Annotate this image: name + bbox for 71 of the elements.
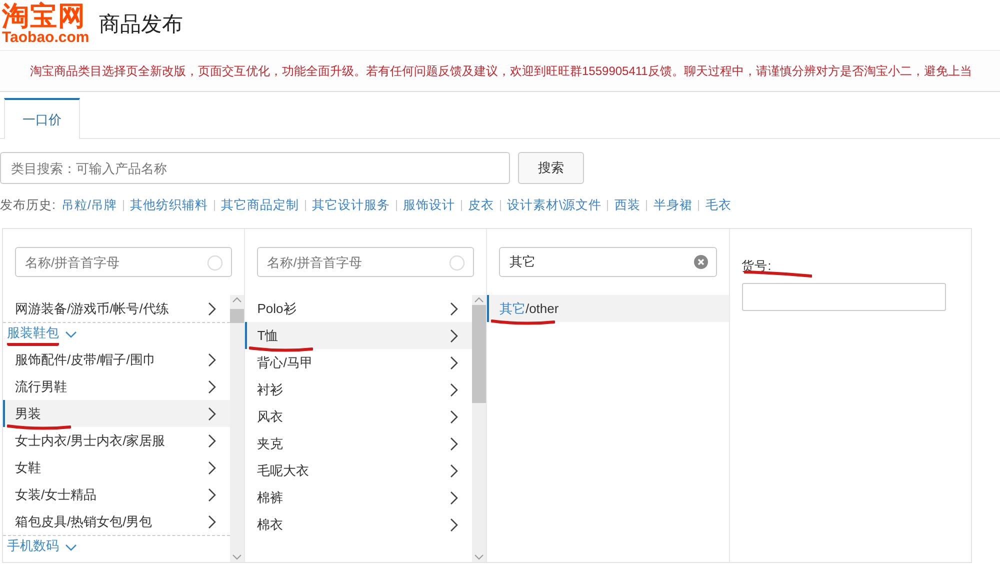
chevron-right-icon [450, 518, 458, 532]
chevron-right-icon [208, 406, 216, 420]
history-link[interactable]: 设计素材\源文件 [506, 196, 602, 214]
filter-field[interactable]: 其它 [499, 247, 717, 277]
history-link[interactable]: 西装 [614, 196, 640, 214]
chevron-right-icon [208, 488, 216, 502]
chevron-right-icon [208, 302, 216, 316]
tab[interactable]: 一口价 [4, 98, 80, 139]
category-item[interactable]: 箱包皮具/热销女包/男包 [3, 508, 230, 535]
category-group-header[interactable]: 手机数码 [7, 536, 59, 558]
chevron-right-icon [450, 328, 458, 342]
category-item[interactable]: 女士内衣/男士内衣/家居服 [3, 427, 230, 454]
history-link[interactable]: 其它商品定制 [220, 196, 299, 214]
chevron-right-icon [450, 464, 458, 478]
category-item[interactable]: 棉裤 [245, 484, 472, 511]
filter-field[interactable]: 名称/拼音首字母 [257, 247, 474, 277]
chevron-right-icon [450, 302, 458, 316]
annotation-underline [491, 319, 556, 325]
category-item[interactable]: Polo衫 [245, 295, 472, 322]
scrollbar-thumb[interactable] [230, 309, 244, 323]
category-item[interactable]: 流行男鞋 [3, 373, 230, 400]
history-link[interactable]: 毛衣 [705, 196, 732, 214]
history-label: 发布历史: [0, 196, 56, 214]
chevron-right-icon [208, 380, 216, 394]
category-item[interactable]: 棉衣 [245, 511, 472, 538]
category-item[interactable]: 女鞋 [3, 454, 230, 481]
chevron-right-icon [450, 356, 458, 370]
history-link[interactable]: 皮衣 [468, 196, 494, 214]
scrollbar[interactable] [230, 295, 244, 562]
history-link[interactable]: 其它设计服务 [312, 196, 390, 214]
history-link[interactable]: 半身裙 [653, 196, 692, 214]
annotation-underline [7, 424, 71, 430]
category-item[interactable]: 毛呢大衣 [245, 457, 472, 484]
category-item[interactable]: T恤 [245, 322, 472, 349]
category-search-field[interactable]: 类目搜索：可输入产品名称 [0, 152, 510, 184]
search-icon[interactable] [207, 255, 224, 271]
history-link[interactable]: 服饰设计 [402, 196, 455, 214]
filter-field[interactable]: 名称/拼音首字母 [15, 247, 232, 277]
chevron-right-icon [450, 490, 458, 504]
chevron-right-icon [208, 514, 216, 528]
item-number-field[interactable] [742, 283, 946, 311]
clear-icon[interactable] [694, 255, 708, 269]
category-item[interactable]: 其它/other [487, 295, 729, 322]
category-item[interactable]: 服饰配件/皮带/帽子/围巾 [3, 346, 230, 373]
category-item[interactable]: 夹克 [245, 430, 472, 457]
history-link[interactable]: 其他纺织辅料 [130, 196, 208, 214]
chevron-right-icon [208, 434, 216, 448]
category-item[interactable]: 男装 [3, 400, 230, 427]
category-item[interactable]: 风衣 [245, 403, 472, 430]
chevron-right-icon [450, 436, 458, 450]
category-item[interactable]: 衬衫 [245, 376, 472, 403]
chevron-right-icon [208, 352, 216, 366]
chevron-right-icon [450, 382, 458, 396]
scrollbar-thumb[interactable] [472, 305, 486, 403]
scroll-down-icon[interactable] [472, 552, 486, 562]
page-title: 商品发布 [99, 12, 184, 38]
scroll-down-icon[interactable] [230, 552, 244, 562]
chevron-down-icon [65, 330, 77, 338]
chevron-right-icon [450, 410, 458, 424]
scrollbar[interactable] [472, 295, 486, 562]
search-button[interactable]: 搜索 [518, 152, 584, 184]
category-item[interactable]: 背心/马甲 [245, 349, 472, 376]
history-link[interactable]: 吊粒/吊牌 [61, 196, 117, 214]
annotation-underline [249, 346, 314, 352]
search-icon[interactable] [449, 255, 466, 271]
category-item[interactable]: 网游装备/游戏币/帐号/代练 [3, 295, 230, 322]
category-group-header[interactable]: 服装鞋包 [7, 324, 59, 346]
category-item[interactable]: 女装/女士精品 [3, 481, 230, 508]
chevron-down-icon [65, 544, 77, 552]
notice-bar: 淘宝商品类目选择页全新改版，页面交互优化，功能全面升级。若有任何问题反馈及建议，欢迎到旺旺群1559905411反馈。聊天过程中，请谨慎分辨对方是否淘宝小二，避免上当 [0, 50, 1000, 92]
chevron-right-icon [208, 460, 216, 474]
